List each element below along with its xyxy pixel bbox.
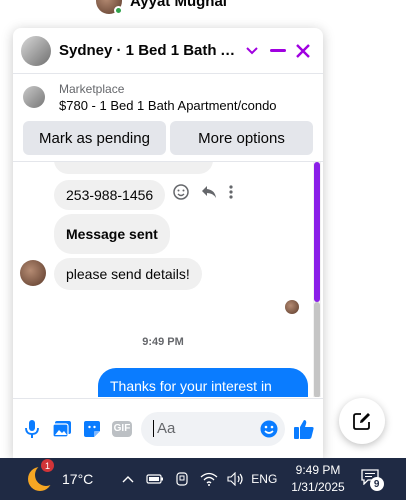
chat-title[interactable]: Sydney · 1 Bed 1 Bath Apartment/condo <box>59 42 238 59</box>
reply-icon[interactable] <box>201 185 217 204</box>
temperature: 17°C <box>62 471 94 487</box>
sticker-icon[interactable] <box>81 418 103 440</box>
message-input-placeholder: Aa <box>153 420 259 437</box>
photo-icon[interactable] <box>51 418 73 440</box>
new-message-button[interactable] <box>339 398 385 444</box>
listing-avatar[interactable] <box>21 35 51 66</box>
listing-title[interactable]: $780 - 1 Bed 1 Bath Apartment/condo <box>59 98 277 113</box>
system-tray <box>119 470 245 488</box>
scrollbar-thumb[interactable] <box>314 302 320 397</box>
message-timestamp: 9:49 PM <box>142 336 184 348</box>
chevron-up-icon[interactable] <box>119 470 137 488</box>
clock-date: 1/31/2025 <box>291 480 345 494</box>
sender-avatar[interactable] <box>20 260 46 286</box>
battery-icon[interactable] <box>146 470 164 488</box>
notification-count-badge: 9 <box>369 477 384 491</box>
message-thread[interactable]: 253-988-1456 Message sent please send de… <box>13 161 323 397</box>
chat-window: Sydney · 1 Bed 1 Bath Apartment/condo Ma… <box>13 28 323 458</box>
contact-avatar <box>96 0 123 15</box>
close-icon[interactable] <box>291 39 315 63</box>
scrollbar[interactable] <box>313 162 321 397</box>
minimize-icon[interactable] <box>266 39 290 63</box>
message-composer: GIF Aa <box>13 398 323 458</box>
react-emoji-icon[interactable] <box>173 184 189 205</box>
listing-card: Marketplace $780 - 1 Bed 1 Bath Apartmen… <box>13 74 323 155</box>
more-options-button[interactable]: More options <box>170 121 313 155</box>
taskbar: 1 17°C ENG 9:49 PM 1/31/2025 9 <box>0 458 406 500</box>
wifi-icon[interactable] <box>200 470 218 488</box>
contact-name: Ayyat Mughal <box>130 0 227 10</box>
mark-pending-button[interactable]: Mark as pending <box>23 121 166 155</box>
message-bubble-partial <box>54 162 213 174</box>
more-vertical-icon[interactable] <box>229 185 233 204</box>
message-sent-notice: Message sent <box>54 214 170 254</box>
microphone-icon[interactable] <box>21 418 43 440</box>
message-actions <box>173 184 233 205</box>
emoji-icon[interactable] <box>259 419 279 439</box>
language-indicator[interactable]: ENG <box>251 472 277 486</box>
clock-time: 9:49 PM <box>295 463 341 477</box>
clock[interactable]: 9:49 PM 1/31/2025 <box>291 462 344 496</box>
online-indicator <box>114 6 123 15</box>
chevron-down-icon[interactable] <box>240 39 264 63</box>
scrollbar-track-accent <box>314 162 320 302</box>
gif-icon[interactable]: GIF <box>111 418 133 440</box>
listing-thumbnail[interactable] <box>23 86 45 108</box>
devices-icon[interactable] <box>173 470 191 488</box>
chat-header: Sydney · 1 Bed 1 Bath Apartment/condo <box>13 28 323 74</box>
message-input[interactable]: Aa <box>141 411 285 446</box>
volume-icon[interactable] <box>227 470 245 488</box>
weather-badge: 1 <box>41 459 54 472</box>
seen-indicator-avatar <box>285 300 299 314</box>
listing-category: Marketplace <box>59 82 125 96</box>
message-details[interactable]: please send details! <box>54 258 202 290</box>
message-phone[interactable]: 253-988-1456 <box>54 180 166 210</box>
message-outgoing[interactable]: Thanks for your interest in this item. I… <box>98 368 308 397</box>
compose-icon <box>353 413 370 430</box>
background-contact[interactable]: Ayyat Mughal <box>96 0 227 15</box>
like-thumbs-up-icon[interactable] <box>293 418 315 440</box>
notifications-button[interactable]: 9 <box>361 469 384 491</box>
weather-widget[interactable]: 1 17°C <box>28 459 94 491</box>
gif-label: GIF <box>112 420 132 437</box>
